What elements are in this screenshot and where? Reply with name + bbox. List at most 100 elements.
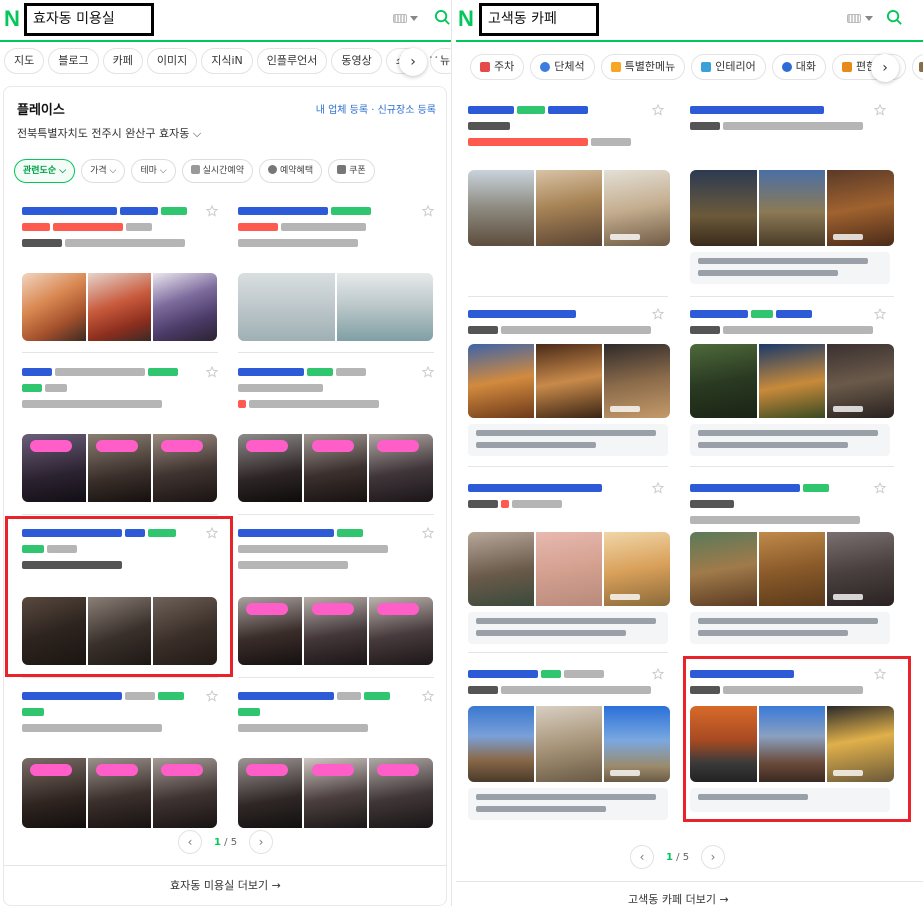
- save-star-icon[interactable]: [652, 104, 664, 116]
- list-item[interactable]: [22, 366, 218, 502]
- filter-booking-benefit[interactable]: 예약혜택: [259, 159, 323, 183]
- search-icon[interactable]: [886, 9, 903, 26]
- list-item[interactable]: [690, 482, 894, 644]
- item-photos[interactable]: [22, 758, 217, 828]
- item-photos[interactable]: [22, 434, 217, 502]
- tab-special-menu[interactable]: 특별한메뉴: [600, 54, 686, 80]
- filter-realtime-booking[interactable]: 실시간예약: [181, 159, 253, 183]
- search-query-input[interactable]: 효자동 미용실: [24, 3, 154, 36]
- keyboard-icon[interactable]: [847, 14, 861, 23]
- tabs-next-button[interactable]: ›: [871, 54, 899, 82]
- tab-group-seat[interactable]: 단체석: [530, 54, 595, 80]
- save-star-icon[interactable]: [874, 104, 886, 116]
- prev-page-button[interactable]: ‹: [630, 845, 654, 869]
- search-bar: N 고색동 카페: [456, 0, 923, 42]
- chevron-down-icon[interactable]: [410, 16, 418, 21]
- save-star-icon[interactable]: [206, 205, 218, 217]
- item-photos[interactable]: [238, 273, 433, 341]
- search-query-input[interactable]: 고색동 카페: [479, 3, 599, 36]
- item-meta: [238, 382, 434, 393]
- chevron-down-icon[interactable]: [865, 16, 873, 21]
- naver-logo[interactable]: N: [458, 6, 476, 32]
- item-meta: [690, 324, 886, 335]
- filter-coupon[interactable]: 쿠폰: [328, 159, 375, 183]
- photo-caption: [833, 406, 864, 412]
- naver-logo[interactable]: N: [4, 6, 22, 32]
- tab-image[interactable]: 이미지: [146, 48, 198, 74]
- item-photos[interactable]: [690, 344, 894, 418]
- item-photos[interactable]: [468, 344, 670, 418]
- item-photos[interactable]: [238, 597, 433, 665]
- next-page-button[interactable]: ›: [249, 830, 274, 854]
- search-icon[interactable]: [434, 9, 451, 26]
- next-page-button[interactable]: ›: [701, 845, 726, 869]
- tab-more[interactable]: [912, 54, 923, 80]
- list-item[interactable]: [238, 366, 434, 502]
- list-item[interactable]: [468, 482, 670, 644]
- item-photos[interactable]: [690, 532, 894, 606]
- list-item[interactable]: [22, 690, 218, 828]
- save-star-icon[interactable]: [422, 527, 434, 539]
- item-photos[interactable]: [468, 532, 670, 606]
- seat-icon: [841, 62, 852, 72]
- keyboard-icon[interactable]: [393, 14, 407, 23]
- list-item[interactable]: [468, 104, 670, 246]
- divider: [22, 677, 218, 678]
- tab-conversation[interactable]: 대화: [771, 54, 826, 80]
- save-star-icon[interactable]: [422, 205, 434, 217]
- divider: [468, 466, 668, 467]
- tab-cafe[interactable]: 카페: [102, 48, 143, 74]
- item-photos[interactable]: [238, 758, 433, 828]
- save-star-icon[interactable]: [874, 308, 886, 320]
- register-business-link[interactable]: 내 업체 등록 · 신규장소 등록: [316, 101, 436, 116]
- save-star-icon[interactable]: [206, 690, 218, 702]
- save-star-icon[interactable]: [652, 668, 664, 680]
- list-item[interactable]: [238, 527, 434, 665]
- save-star-icon[interactable]: [874, 482, 886, 494]
- save-star-icon[interactable]: [652, 308, 664, 320]
- tab-influencer[interactable]: 인플루언서: [256, 48, 328, 74]
- item-meta: [22, 382, 218, 393]
- item-title: [690, 104, 886, 115]
- photo: [153, 434, 217, 502]
- save-star-icon[interactable]: [422, 366, 434, 378]
- item-meta: [468, 120, 664, 131]
- filter-price[interactable]: 가격 ⌵: [81, 159, 126, 183]
- list-item[interactable]: [22, 205, 218, 341]
- more-results-link[interactable]: 고색동 카페 더보기 →: [628, 891, 729, 906]
- item-info: [22, 237, 218, 248]
- tab-blog[interactable]: 블로그: [48, 48, 99, 74]
- more-icon: [919, 62, 923, 72]
- list-item[interactable]: [468, 668, 670, 820]
- item-photos[interactable]: [468, 706, 670, 782]
- save-star-icon[interactable]: [652, 482, 664, 494]
- item-photos[interactable]: [468, 170, 670, 246]
- promo-badge: [95, 440, 138, 452]
- tab-map[interactable]: 지도: [4, 48, 45, 74]
- filter-label: 가격: [90, 166, 107, 176]
- more-dots-icon[interactable]: ···: [429, 50, 445, 66]
- tab-video[interactable]: 동영상: [331, 48, 382, 74]
- save-star-icon[interactable]: [206, 366, 218, 378]
- promo-badge: [95, 764, 138, 776]
- divider: [238, 352, 434, 353]
- list-item[interactable]: [238, 205, 434, 341]
- prev-page-button[interactable]: ‹: [178, 830, 202, 854]
- tabs-next-button[interactable]: ›: [399, 48, 427, 76]
- filter-relevance[interactable]: 관련도순 ⌵: [14, 159, 76, 183]
- more-results-link[interactable]: 효자동 미용실 더보기 →: [170, 877, 281, 893]
- filter-theme[interactable]: 테마 ⌵: [131, 159, 176, 183]
- item-title: [468, 668, 664, 679]
- list-item[interactable]: [238, 690, 434, 828]
- item-photos[interactable]: [22, 273, 217, 341]
- save-star-icon[interactable]: [422, 690, 434, 702]
- tab-kin[interactable]: 지식iN: [201, 48, 253, 74]
- tab-interior[interactable]: 인테리어: [691, 54, 766, 80]
- item-photos[interactable]: [690, 170, 894, 246]
- list-item[interactable]: [690, 308, 894, 456]
- list-item[interactable]: [468, 308, 670, 456]
- tab-parking[interactable]: 주차: [470, 54, 525, 80]
- location-selector[interactable]: 전북특별자치도 전주시 완산구 효자동 ⌵: [17, 125, 201, 141]
- item-photos[interactable]: [238, 434, 433, 502]
- list-item[interactable]: [690, 104, 894, 284]
